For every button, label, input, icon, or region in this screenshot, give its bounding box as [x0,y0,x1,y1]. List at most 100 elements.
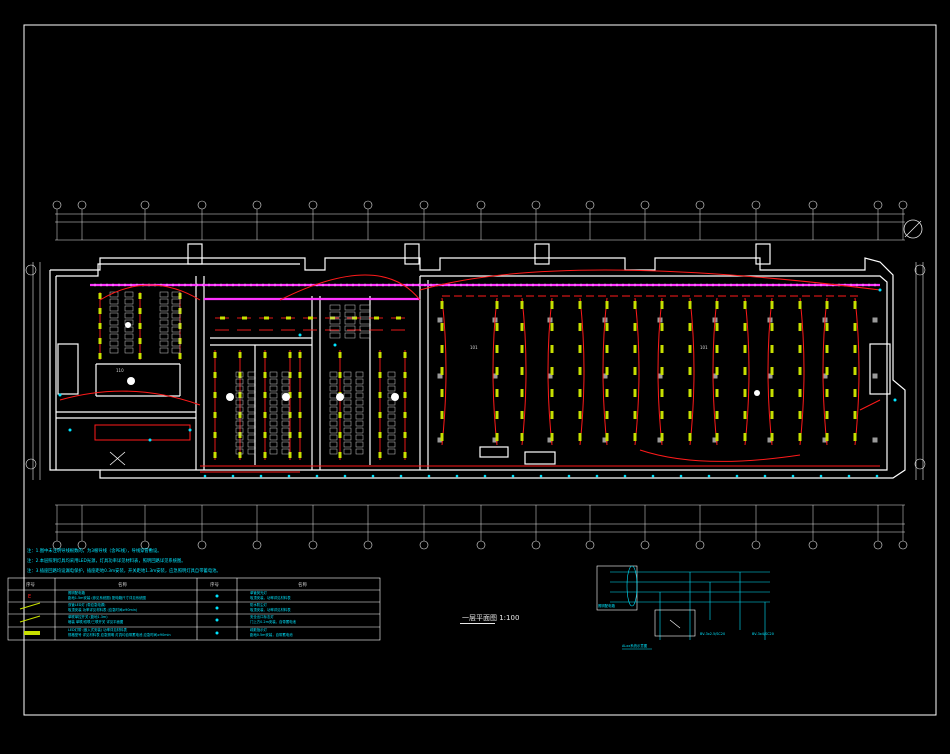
rack-slot [344,304,356,311]
rack-slot [355,413,364,420]
fixture-mark [605,367,609,375]
fixture-mark [338,372,342,378]
rack-slot [159,305,169,312]
fixture-mark [178,353,182,359]
axis-marker-bottom [898,540,908,550]
emergency-light-dot [847,474,851,478]
light-fixtures [98,293,857,458]
fixture-mark [853,389,857,397]
rack-slot [387,413,396,420]
fixture-mark [798,323,802,331]
fixture-mark [520,389,524,397]
rack-slot [235,420,244,427]
fixture-mark [825,367,829,375]
rack-slot [387,441,396,448]
fixture-mark [98,293,102,299]
fixture-mark [688,301,692,309]
rack-slot [109,340,119,347]
rack-slot [247,434,256,441]
rack-slot [247,441,256,448]
fixture-mark [688,433,692,441]
legend-row-3-right-line-2: 门上方0.2m安装，自带蓄电池 [250,620,296,624]
fixture-mark [715,433,719,441]
rack-slot [281,413,290,420]
lower-circuit [59,269,881,473]
fixture-mark [263,432,267,438]
legend-row-4-right: 疏散指示灯 距地0.5m安装，自带蓄电池 [250,628,293,638]
fixture-mark [495,301,499,309]
emergency-light-dot [427,474,431,478]
emergency-light-dot [567,474,571,478]
fixture-mark [743,389,747,397]
fixture-mark [242,316,247,320]
fixture-mark [715,345,719,353]
fixture-mark [213,412,217,418]
rack-slot [343,448,352,455]
column [437,317,443,323]
axis-marker-top [77,200,87,210]
fixture-mark [633,389,637,397]
rack-slot [387,420,396,427]
rack-slot [235,378,244,385]
rack-slot [329,413,338,420]
fixture-mark [495,367,499,375]
rack-slot [343,406,352,413]
emergency-light-dot [333,343,337,347]
fixture-mark [403,372,407,378]
rack-slot [359,318,371,325]
fixture-mark [743,367,747,375]
fixture-mark [578,389,582,397]
rack-slot [159,291,169,298]
note-line-1: 注：1.图中未注明导线根数的，为3根导线（含PE线），导线穿管敷设。 [27,549,162,554]
emergency-lights [58,288,897,478]
rack-slot [355,441,364,448]
rack-slot [269,399,278,406]
axis-marker-bottom [363,540,373,550]
rack-slot [269,448,278,455]
emergency-light-dot [148,438,152,442]
fixture-mark [578,433,582,441]
fixture-mark [403,432,407,438]
fixture-mark [743,301,747,309]
fixture-mark [660,411,664,419]
axis-marker-bottom [476,540,486,550]
fixture-mark [825,323,829,331]
fixture-mark [605,323,609,331]
fixture-mark [825,301,829,309]
fixture-mark [743,411,747,419]
rack-slot [235,441,244,448]
fixture-mark [605,301,609,309]
axis-marker-top [751,200,761,210]
fixture-mark [495,345,499,353]
rack-slot [329,427,338,434]
fixture-mark [770,301,774,309]
schematic-box-label: 照明配电箱 [598,604,615,608]
legend-row-2-right: 防水防尘灯 吸顶安装，功率详见材料表 [250,603,291,613]
rack-slot [359,325,371,332]
axis-marker-top [308,200,318,210]
fixture-mark [550,411,554,419]
rack-slot [355,392,364,399]
fixture-mark [798,367,802,375]
fixture-mark [825,345,829,353]
fixture-mark [550,389,554,397]
emergency-light-dot [203,474,207,478]
fixture-mark [378,452,382,458]
rack-slot [269,392,278,399]
legend-header-name-2: 名称 [298,583,307,588]
rack-slot [124,305,134,312]
axis-marker-bottom [640,540,650,550]
system-schematic [596,565,770,640]
right-dimension-lines [914,262,926,480]
fixture-mark [220,316,225,320]
rack-slot [329,378,338,385]
rack-slot [281,448,290,455]
column [872,317,878,323]
rack-slot [109,312,119,319]
fixture-mark [520,367,524,375]
rack-slot [343,441,352,448]
fixture-mark [338,452,342,458]
rack-slot [355,371,364,378]
fixture-mark [660,323,664,331]
fixture-mark [605,433,609,441]
